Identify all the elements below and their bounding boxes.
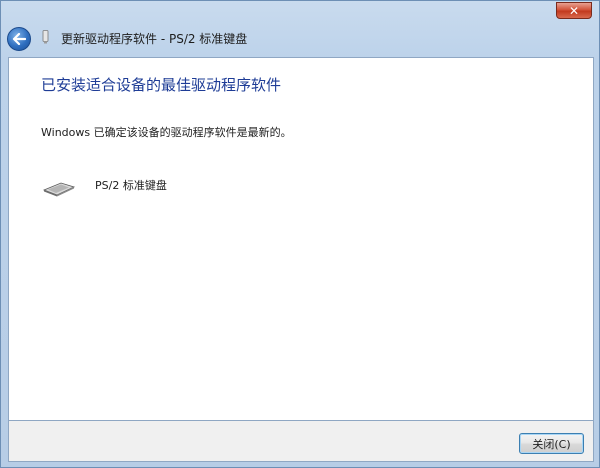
window-close-button[interactable]: ✕ xyxy=(556,2,592,19)
device-name: PS/2 标准键盘 xyxy=(95,179,167,192)
back-button[interactable] xyxy=(7,27,31,51)
close-button[interactable]: 关闭(C) xyxy=(519,433,584,454)
back-arrow-icon xyxy=(12,33,26,45)
window-title: 更新驱动程序软件 - PS/2 标准键盘 xyxy=(61,32,248,46)
content-panel: 已安装适合设备的最佳驱动程序软件 Windows 已确定该设备的驱动程序软件是最… xyxy=(8,57,594,421)
device-icon xyxy=(42,30,49,44)
footer-bar: 关闭(C) xyxy=(8,421,594,462)
driver-update-window: ✕ 更新驱动程序软件 - PS/2 标准键盘 已安装适合设备的最佳驱动程序软件 … xyxy=(0,0,600,468)
keyboard-icon xyxy=(42,182,76,197)
page-heading: 已安装适合设备的最佳驱动程序软件 xyxy=(41,76,282,94)
status-message: Windows 已确定该设备的驱动程序软件是最新的。 xyxy=(41,126,292,139)
close-icon: ✕ xyxy=(568,3,580,18)
